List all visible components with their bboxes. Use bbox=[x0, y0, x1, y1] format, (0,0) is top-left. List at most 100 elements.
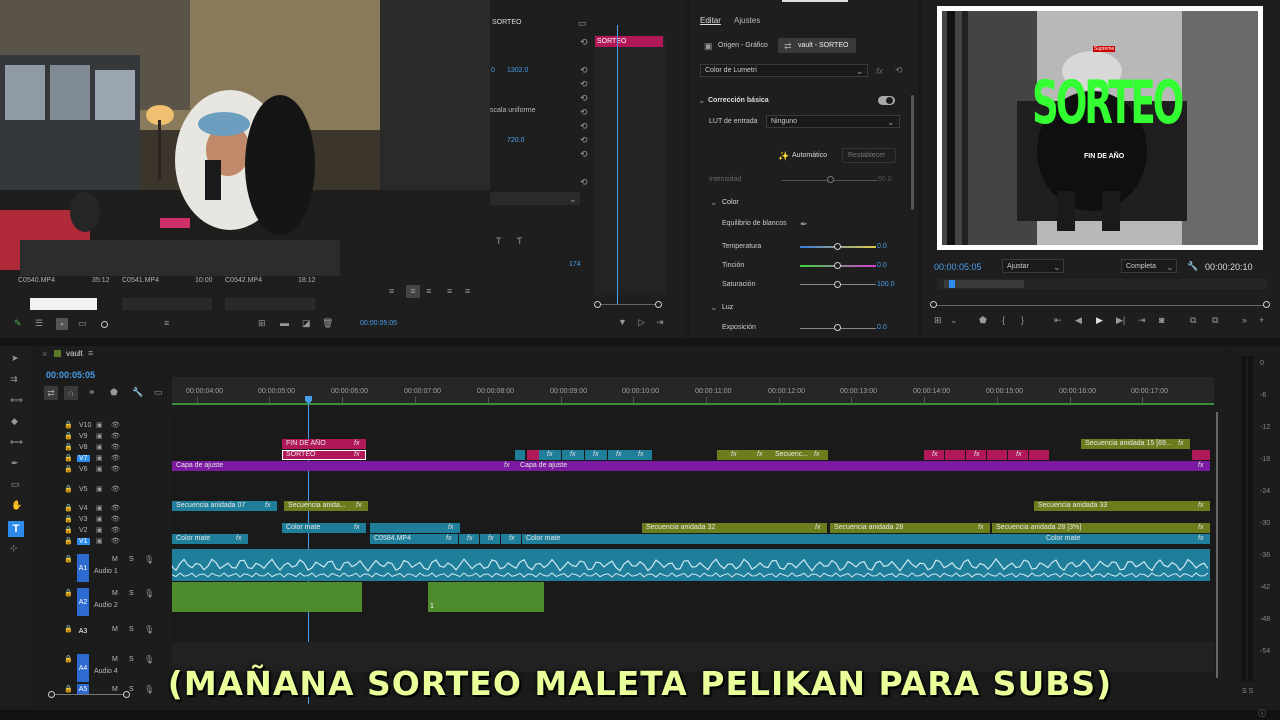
timeline-clip[interactable] bbox=[1029, 450, 1049, 460]
track-label-a1[interactable]: A1 bbox=[77, 554, 89, 582]
lock-icon[interactable]: 🔒 bbox=[64, 590, 73, 597]
clip-capa-ajuste-1[interactable]: Capa de ajuste bbox=[172, 461, 516, 471]
position-y-value[interactable]: 1302.0 bbox=[507, 67, 528, 74]
eye-icon[interactable]: 👁 bbox=[111, 466, 120, 473]
color-section[interactable]: Color bbox=[722, 199, 739, 206]
fx-badge-icon[interactable]: fx bbox=[467, 535, 472, 542]
more-icon[interactable]: » bbox=[1242, 316, 1247, 325]
eye-icon[interactable]: 👁 bbox=[111, 455, 120, 462]
exposure-value[interactable]: 0.0 bbox=[877, 324, 887, 331]
fx-badge-icon[interactable]: fx bbox=[265, 502, 270, 509]
tint-value[interactable]: 0.0 bbox=[877, 262, 887, 269]
tab-menu-icon[interactable]: ≡ bbox=[88, 349, 93, 358]
type-tool-icon[interactable]: T bbox=[8, 521, 24, 537]
marker-icon[interactable]: ⬟ bbox=[979, 316, 987, 325]
clip-seq32[interactable]: Secuencia anidada 32 bbox=[642, 523, 827, 533]
sync-lock-icon[interactable]: ▣ bbox=[96, 422, 103, 429]
clip-seq07[interactable]: Secuencia anidada 07 bbox=[172, 501, 277, 511]
align-center-icon[interactable]: ≡ bbox=[406, 285, 420, 298]
eye-icon[interactable]: 👁 bbox=[111, 505, 120, 512]
clip-seq28[interactable]: Secuencia anidada 28 bbox=[830, 523, 990, 533]
wrench-icon[interactable]: 🔧 bbox=[1187, 262, 1198, 271]
trash-icon[interactable]: 🗑 bbox=[322, 319, 333, 328]
track-label-v1[interactable]: V1 bbox=[77, 538, 90, 545]
lock-icon[interactable]: 🔒 bbox=[64, 505, 73, 512]
align-right-icon[interactable]: ≡ bbox=[426, 287, 431, 296]
solo-button[interactable]: S bbox=[129, 626, 134, 633]
fx-badge-icon[interactable]: fx bbox=[354, 451, 359, 458]
add-marker-icon[interactable]: ⬟ bbox=[110, 388, 118, 397]
sort-icon[interactable]: ≡ bbox=[164, 319, 169, 328]
tab-editar[interactable]: Editar bbox=[700, 16, 721, 25]
fx-badge-icon[interactable]: fx bbox=[978, 524, 983, 531]
settings-wrench-icon[interactable]: 🔧 bbox=[132, 388, 143, 397]
timeline-clip[interactable] bbox=[1192, 450, 1210, 460]
list-view-icon[interactable]: ☰ bbox=[35, 319, 43, 328]
mic-icon[interactable]: 🎙 bbox=[144, 556, 154, 564]
timeline-clip[interactable] bbox=[987, 450, 1007, 460]
tint-knob[interactable] bbox=[834, 262, 841, 269]
program-zoom-bar[interactable] bbox=[934, 305, 1267, 306]
go-to-in-icon[interactable]: ⇤ bbox=[1054, 316, 1062, 325]
automate-icon[interactable]: ⊞ bbox=[258, 319, 266, 328]
track-label-v6[interactable]: V6 bbox=[77, 466, 90, 473]
lock-icon[interactable]: 🔒 bbox=[64, 422, 73, 429]
track-label-v8[interactable]: V8 bbox=[77, 444, 90, 451]
scroll-handle-right[interactable] bbox=[655, 301, 662, 308]
program-current-time[interactable]: 00:00:05:05 bbox=[934, 262, 982, 272]
work-area-bar[interactable] bbox=[172, 403, 1214, 405]
eye-icon[interactable]: 👁 bbox=[111, 516, 120, 523]
timeline-clip[interactable] bbox=[515, 450, 525, 460]
effect-dropdown[interactable] bbox=[490, 192, 580, 205]
fx-badge-icon[interactable]: fx bbox=[1198, 462, 1203, 469]
fx-badge-icon[interactable]: fx bbox=[1198, 524, 1203, 531]
fx-badge-icon[interactable]: fx bbox=[593, 451, 598, 458]
timeline-clip[interactable] bbox=[527, 450, 539, 460]
saturation-knob[interactable] bbox=[834, 281, 841, 288]
clip-seq15[interactable]: Secuencia anidada 15 [69... bbox=[1081, 439, 1190, 449]
ec-timecode[interactable]: 00:00:05:05 bbox=[360, 320, 397, 327]
scroll-handle-left[interactable] bbox=[594, 301, 601, 308]
track-label-v4[interactable]: V4 bbox=[77, 505, 90, 512]
track-label-v3[interactable]: V3 bbox=[77, 516, 90, 523]
lock-icon[interactable]: 🔒 bbox=[64, 527, 73, 534]
camera-icon[interactable]: ◙ bbox=[1159, 316, 1164, 325]
clip-capa-ajuste-2[interactable]: Capa de ajuste bbox=[516, 461, 1210, 471]
mark-in-icon[interactable]: { bbox=[1002, 316, 1005, 325]
new-bin-icon[interactable]: ▬ bbox=[280, 319, 289, 328]
audio-clip-a2b[interactable]: 1 bbox=[428, 582, 544, 612]
rectangle-tool-icon[interactable]: ▭ bbox=[11, 480, 20, 489]
effect-scrollbar[interactable] bbox=[598, 304, 658, 305]
sync-lock-icon[interactable]: ▣ bbox=[96, 527, 103, 534]
mic-icon[interactable]: 🎙 bbox=[144, 590, 154, 598]
ripple-edit-icon[interactable]: ⟺ bbox=[10, 396, 23, 405]
fx-badge-icon[interactable]: fx bbox=[1198, 535, 1203, 542]
lumetri-scrollbar[interactable] bbox=[911, 95, 914, 210]
intensity-value[interactable]: 50.0 bbox=[878, 176, 892, 183]
timeline-vertical-scroll[interactable] bbox=[1216, 412, 1218, 678]
play-icon[interactable]: ▶ bbox=[1096, 316, 1103, 325]
tab-ajustes[interactable]: Ajustes bbox=[734, 16, 760, 25]
bin-thumbnail[interactable] bbox=[30, 298, 97, 310]
effect-value-partial[interactable]: 0 bbox=[491, 67, 495, 74]
reset-param-icon[interactable]: ⟲ bbox=[580, 66, 588, 75]
lock-icon[interactable]: 🔒 bbox=[64, 444, 73, 451]
timeline-clip[interactable] bbox=[370, 523, 460, 533]
fx-badge-icon[interactable]: fx bbox=[236, 535, 241, 542]
clip-seq33[interactable]: Secuencia anidada 33 bbox=[1034, 501, 1210, 511]
source-tab[interactable]: Origen - Gráfico bbox=[718, 42, 768, 49]
justify-icon[interactable]: ≡ bbox=[447, 287, 452, 296]
fx-badge-icon[interactable]: fx bbox=[509, 535, 514, 542]
fx-badge-icon[interactable]: fx bbox=[638, 451, 643, 458]
lock-icon[interactable]: 🔒 bbox=[64, 556, 73, 563]
sequence-tab[interactable]: vault bbox=[66, 349, 83, 358]
sync-lock-icon[interactable]: ▣ bbox=[96, 466, 103, 473]
fx-badge-icon[interactable]: fx bbox=[570, 451, 575, 458]
bin-clip-name[interactable]: C0541.MP4 bbox=[122, 277, 159, 284]
sync-lock-icon[interactable]: ▣ bbox=[96, 455, 103, 462]
nest-icon[interactable]: ⇄ bbox=[44, 386, 58, 400]
fx-toggle-icon[interactable]: fx bbox=[876, 67, 883, 76]
track-label-v10[interactable]: V10 bbox=[77, 422, 93, 429]
clip-color-mate-v1c[interactable]: Color mate bbox=[1042, 534, 1210, 544]
linked-selection-icon[interactable]: ⚭ bbox=[88, 388, 96, 397]
